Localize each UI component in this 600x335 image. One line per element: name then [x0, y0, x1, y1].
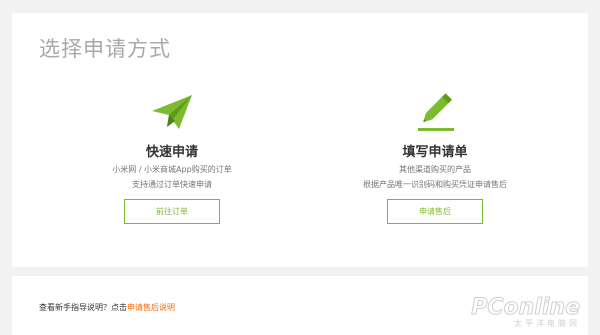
apply-after-sales-button[interactable]: 申请售后: [387, 199, 483, 224]
quick-apply-desc-line2: 支持通过订单快速申请: [132, 180, 212, 189]
apply-method-card: 选择申请方式 快速申请 小米网 / 小米商城App购买的订单 支持通过订单快速申…: [12, 13, 588, 267]
footer-card: 查看新手指导说明？点击申请售后说明 PConline 太平洋电脑网: [12, 276, 588, 335]
fill-form-title: 填写申请单: [402, 145, 468, 160]
watermark-subtitle: 太平洋电脑网: [514, 319, 580, 328]
after-sales-guide-link[interactable]: 申请售后说明: [127, 303, 175, 312]
watermark-logo: PConline: [471, 295, 581, 320]
pencil-icon: [418, 93, 454, 131]
go-to-orders-button[interactable]: 前往订单: [124, 199, 220, 224]
quick-apply-option: 快速申请 小米网 / 小米商城App购买的订单 支持通过订单快速申请 前往订单: [62, 91, 282, 224]
watermark: PConline 太平洋电脑网: [471, 295, 581, 329]
quick-apply-title: 快速申请: [145, 145, 198, 160]
page-title: 选择申请方式: [39, 37, 171, 61]
quick-apply-desc-line1: 小米网 / 小米商城App购买的订单: [112, 165, 232, 174]
fill-form-option: 填写申请单 其他渠道购买的产品 根据产品唯一识别码和购买凭证申请售后 申请售后: [325, 91, 545, 224]
fill-form-desc-line2: 根据产品唯一识别码和购买凭证申请售后: [363, 180, 507, 189]
footer-guide: 查看新手指导说明？点击申请售后说明: [39, 302, 175, 313]
paper-plane-icon: [152, 95, 192, 129]
footer-guide-text: 查看新手指导说明？点击: [39, 303, 127, 312]
fill-form-desc-line1: 其他渠道购买的产品: [399, 165, 471, 174]
